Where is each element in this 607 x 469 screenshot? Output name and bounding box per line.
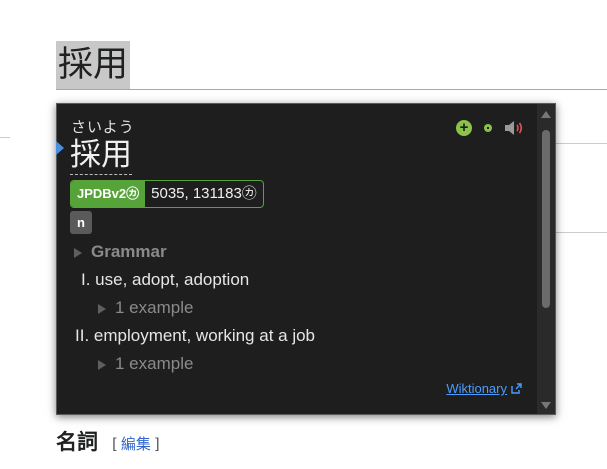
example-label: 1 example [115, 298, 194, 317]
divider [556, 232, 607, 233]
add-icon[interactable] [484, 124, 492, 132]
wiktionary-link[interactable]: Wiktionary [446, 381, 522, 396]
section-title: 名詞 [56, 430, 98, 454]
sense-1: I. use, adopt, adoption [81, 270, 250, 289]
wiktionary-label: Wiktionary [446, 381, 507, 396]
scrollbar[interactable] [537, 104, 555, 414]
example-toggle[interactable]: 1 example [98, 354, 193, 374]
edit-link[interactable]: 編集 [121, 435, 151, 453]
headword: 採用 [70, 137, 132, 175]
grammar-label: Grammar [91, 242, 167, 261]
entry-actions: + [456, 120, 524, 136]
expand-triangle-icon [98, 303, 106, 314]
add-note-icon[interactable]: + [456, 120, 472, 136]
example-toggle[interactable]: 1 example [98, 298, 193, 318]
heading-divider [56, 89, 607, 90]
expand-triangle-icon [98, 359, 106, 370]
scroll-up-icon[interactable] [541, 111, 551, 118]
frequency-value: 5035, 131183㋕ [151, 185, 257, 202]
entry-marker [56, 141, 64, 155]
scroll-down-icon[interactable] [541, 402, 551, 409]
edit-section: [編集] [112, 435, 160, 453]
frequency-tag[interactable]: JPDBv2㋕ 5035, 131183㋕ [70, 180, 264, 208]
part-of-speech-tag[interactable]: n [70, 211, 92, 234]
expand-triangle-icon [74, 247, 82, 258]
dictionary-popup: さいよう 採用 + JPDBv2㋕ 5035, 131183㋕ n Gramma… [56, 103, 556, 415]
section-heading: 名詞 [編集] [56, 426, 160, 456]
example-label: 1 example [115, 354, 194, 373]
speaker-icon[interactable] [504, 120, 524, 136]
divider [0, 137, 10, 138]
grammar-toggle[interactable]: Grammar [74, 242, 167, 262]
reading: さいよう [71, 118, 135, 136]
divider [556, 143, 607, 144]
external-link-icon [511, 383, 522, 394]
page-title: 採用 [56, 41, 131, 89]
scrollbar-thumb[interactable] [542, 130, 550, 308]
sense-2: II. employment, working at a job [75, 326, 316, 345]
frequency-dictionary: JPDBv2㋕ [71, 181, 146, 207]
